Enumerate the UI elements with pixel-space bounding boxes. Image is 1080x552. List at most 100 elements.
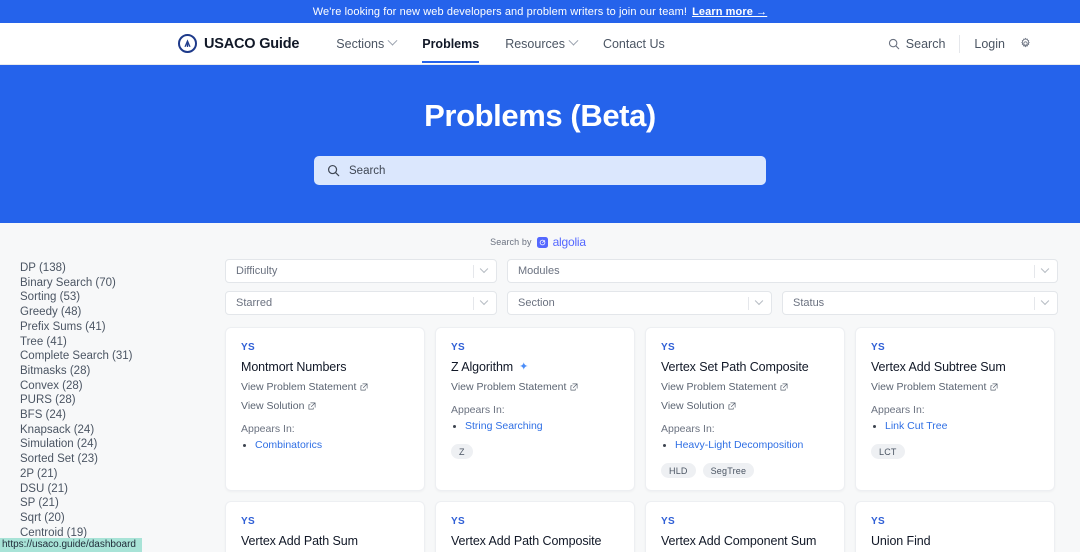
problem-title-row: Vertex Add Path Composite — [451, 534, 619, 548]
sidebar-item-simulation[interactable]: Simulation (24) — [20, 437, 225, 452]
view-problem-statement-label: View Problem Statement — [241, 381, 357, 393]
sidebar-item-tree[interactable]: Tree (41) — [20, 335, 225, 350]
filter-difficulty-label: Difficulty — [236, 265, 278, 277]
problem-tag[interactable]: HLD — [661, 463, 696, 478]
filter-modules[interactable]: Modules — [507, 259, 1058, 283]
chevron-down-icon — [474, 296, 494, 306]
sidebar-item-convex[interactable]: Convex (28) — [20, 379, 225, 394]
problem-title-row: Z Algorithm ✦ — [451, 360, 619, 374]
view-problem-statement-link[interactable]: View Problem Statement — [451, 381, 619, 393]
sidebar-item-dp[interactable]: DP (138) — [20, 261, 225, 276]
nav-item-contact-us[interactable]: Contact Us — [590, 25, 678, 63]
nav-item-problems[interactable]: Problems — [409, 25, 492, 63]
appears-in-label: Appears In: — [661, 423, 715, 435]
appears-in-item[interactable]: String Searching — [465, 420, 619, 432]
sidebar-item-dsu[interactable]: DSU (21) — [20, 482, 225, 497]
view-solution-link[interactable]: View Solution — [661, 400, 829, 412]
sidebar-item-greedy[interactable]: Greedy (48) — [20, 305, 225, 320]
filter-status[interactable]: Status — [782, 291, 1058, 315]
nav-item-resources[interactable]: Resources — [492, 25, 590, 63]
tag-list: LCT — [871, 444, 1039, 459]
problem-card[interactable]: YS Vertex Add Path Composite View Proble… — [435, 501, 635, 552]
sidebar-item-purs[interactable]: PURS (28) — [20, 393, 225, 408]
problem-card[interactable]: YS Montmort Numbers View Problem Stateme… — [225, 327, 425, 491]
nav-item-problems-label: Problems — [422, 36, 480, 51]
appears-in-list: Combinatorics — [241, 439, 409, 451]
nav-search-button[interactable]: Search — [874, 37, 960, 51]
filter-difficulty[interactable]: Difficulty — [225, 259, 497, 283]
nav-item-sections[interactable]: Sections — [323, 25, 409, 63]
brand-name: USACO Guide — [204, 35, 300, 52]
appears-in-item[interactable]: Combinatorics — [255, 439, 409, 451]
search-icon — [327, 164, 340, 177]
star-icon[interactable]: ✦ — [519, 361, 528, 373]
chevron-down-icon — [749, 296, 769, 306]
problem-card[interactable]: YS Vertex Add Path Sum View Problem Stat… — [225, 501, 425, 552]
problem-tag[interactable]: Z — [451, 444, 473, 459]
problem-title: Vertex Add Path Composite — [451, 534, 602, 548]
appears-in-list: String Searching — [451, 420, 619, 432]
algolia-prefix: Search by — [490, 237, 532, 247]
problem-card[interactable]: YS Vertex Set Path Composite View Proble… — [645, 327, 845, 491]
view-problem-statement-link[interactable]: View Problem Statement — [241, 381, 409, 393]
appears-in-label: Appears In: — [241, 423, 295, 435]
nav-links: Sections Problems Resources Contact Us — [323, 25, 678, 63]
chevron-down-icon — [568, 35, 579, 46]
filter-starred-label: Starred — [236, 297, 273, 309]
view-problem-statement-link[interactable]: View Problem Statement — [661, 381, 829, 393]
nav-login-button[interactable]: Login — [960, 37, 1019, 51]
sidebar-item-sqrt[interactable]: Sqrt (20) — [20, 511, 225, 526]
chevron-down-icon — [387, 35, 398, 46]
page-root: We're looking for new web developers and… — [0, 0, 1080, 552]
chevron-down-icon — [1035, 264, 1055, 274]
problem-card[interactable]: YS Vertex Add Subtree Sum View Problem S… — [855, 327, 1055, 491]
problem-card[interactable]: YS Union Find View Problem Statement App… — [855, 501, 1055, 552]
brand-logo[interactable]: USACO Guide — [178, 34, 299, 53]
view-solution-label: View Solution — [241, 400, 305, 412]
problem-card[interactable]: YS Z Algorithm ✦ View Problem Statement … — [435, 327, 635, 491]
view-solution-label: View Solution — [661, 400, 725, 412]
problem-title: Vertex Set Path Composite — [661, 360, 809, 374]
nav-item-resources-label: Resources — [505, 36, 565, 51]
problem-source: YS — [871, 342, 885, 353]
problem-title: Vertex Add Path Sum — [241, 534, 358, 548]
problem-card[interactable]: YS Vertex Add Component Sum View Problem… — [645, 501, 845, 552]
view-problem-statement-link[interactable]: View Problem Statement — [871, 381, 1039, 393]
nav-settings-button[interactable] — [1019, 37, 1046, 50]
problem-title-row: Union Find — [871, 534, 1039, 548]
view-solution-link[interactable]: View Solution — [241, 400, 409, 412]
sidebar-item-binary-search[interactable]: Binary Search (70) — [20, 276, 225, 291]
problem-title-row: Vertex Add Path Sum — [241, 534, 409, 548]
problem-source: YS — [241, 342, 255, 353]
problem-card-grid: YS Montmort Numbers View Problem Stateme… — [225, 327, 1068, 552]
sidebar-item-bitmasks[interactable]: Bitmasks (28) — [20, 364, 225, 379]
appears-in-item[interactable]: Link Cut Tree — [885, 420, 1039, 432]
problem-title: Vertex Add Component Sum — [661, 534, 817, 548]
algolia-attribution: Search by algolia — [0, 223, 1080, 249]
problem-title-row: Vertex Add Subtree Sum — [871, 360, 1039, 374]
external-link-icon — [360, 383, 368, 391]
sidebar-item-complete-search[interactable]: Complete Search (31) — [20, 349, 225, 364]
filter-bar: Difficulty Modules Starred Section Statu… — [225, 259, 1068, 327]
problem-tag[interactable]: LCT — [871, 444, 905, 459]
gear-icon — [1021, 37, 1030, 48]
problem-source: YS — [451, 516, 465, 527]
sidebar-item-2p[interactable]: 2P (21) — [20, 467, 225, 482]
sidebar-item-bfs[interactable]: BFS (24) — [20, 408, 225, 423]
appears-in-list: Link Cut Tree — [871, 420, 1039, 432]
status-bar-url: https://usaco.guide/dashboard — [0, 538, 142, 552]
sidebar-item-sorted-set[interactable]: Sorted Set (23) — [20, 452, 225, 467]
appears-in-item[interactable]: Heavy-Light Decomposition — [675, 439, 829, 451]
announcement-learn-more-link[interactable]: Learn more → — [692, 6, 767, 18]
filter-starred[interactable]: Starred — [225, 291, 497, 315]
sidebar-item-sp[interactable]: SP (21) — [20, 496, 225, 511]
sidebar-item-prefix-sums[interactable]: Prefix Sums (41) — [20, 320, 225, 335]
hero-search-input[interactable]: Search — [314, 156, 766, 185]
problem-source: YS — [241, 516, 255, 527]
filter-section[interactable]: Section — [507, 291, 772, 315]
search-icon — [888, 38, 900, 49]
sidebar-item-sorting[interactable]: Sorting (53) — [20, 290, 225, 305]
problem-tag[interactable]: SegTree — [702, 463, 755, 478]
announcement-banner: We're looking for new web developers and… — [0, 0, 1080, 23]
sidebar-item-knapsack[interactable]: Knapsack (24) — [20, 423, 225, 438]
